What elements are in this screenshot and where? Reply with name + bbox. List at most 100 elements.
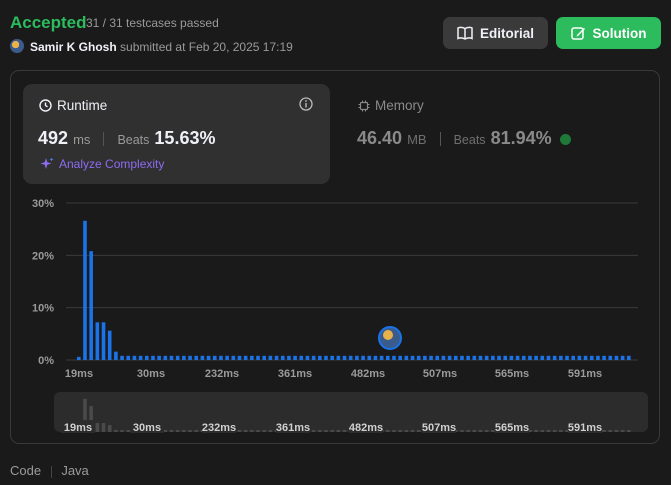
runtime-bar[interactable] bbox=[583, 355, 588, 360]
runtime-bar[interactable] bbox=[571, 355, 575, 360]
runtime-bar[interactable] bbox=[256, 355, 260, 360]
runtime-bar[interactable] bbox=[509, 355, 514, 360]
runtime-bar[interactable] bbox=[416, 355, 421, 360]
runtime-bar[interactable] bbox=[355, 355, 359, 360]
runtime-bar[interactable] bbox=[182, 355, 186, 360]
runtime-bar[interactable] bbox=[515, 355, 520, 360]
runtime-bar[interactable] bbox=[274, 355, 279, 360]
runtime-bar[interactable] bbox=[423, 355, 427, 360]
runtime-bar[interactable] bbox=[219, 355, 223, 360]
runtime-bar[interactable] bbox=[552, 355, 557, 360]
runtime-bar[interactable] bbox=[237, 355, 242, 360]
runtime-bar[interactable] bbox=[287, 355, 291, 360]
runtime-bar[interactable] bbox=[589, 355, 594, 360]
runtime-bar[interactable] bbox=[83, 220, 87, 360]
runtime-bar[interactable] bbox=[243, 355, 248, 360]
runtime-bar[interactable] bbox=[528, 355, 532, 360]
runtime-bar[interactable] bbox=[163, 355, 168, 360]
runtime-bar[interactable] bbox=[330, 355, 334, 360]
runtime-bar[interactable] bbox=[540, 355, 545, 360]
runtime-bar[interactable] bbox=[268, 355, 273, 360]
runtime-bar[interactable] bbox=[114, 351, 118, 360]
runtime-bar[interactable] bbox=[559, 355, 563, 360]
runtime-bar[interactable] bbox=[107, 330, 112, 360]
runtime-bar[interactable] bbox=[392, 355, 396, 360]
runtime-bar[interactable] bbox=[293, 355, 297, 360]
runtime-bar[interactable] bbox=[410, 355, 415, 360]
runtime-bar[interactable] bbox=[101, 322, 106, 360]
runtime-bar[interactable] bbox=[478, 355, 483, 360]
runtime-bar[interactable] bbox=[546, 355, 551, 360]
user-avatar-marker[interactable] bbox=[378, 326, 402, 350]
runtime-bar[interactable] bbox=[311, 355, 316, 360]
runtime-bar[interactable] bbox=[206, 355, 211, 360]
runtime-bar[interactable] bbox=[627, 355, 631, 360]
runtime-bar[interactable] bbox=[373, 355, 378, 360]
runtime-bar[interactable] bbox=[608, 355, 613, 360]
runtime-bar[interactable] bbox=[596, 355, 600, 360]
runtime-bar[interactable] bbox=[250, 355, 254, 360]
runtime-bar[interactable] bbox=[453, 355, 458, 360]
runtime-bar[interactable] bbox=[534, 355, 538, 360]
runtime-bar[interactable] bbox=[398, 355, 402, 360]
runtime-bar[interactable] bbox=[89, 251, 93, 360]
runtime-bar[interactable] bbox=[435, 355, 440, 360]
runtime-bar[interactable] bbox=[404, 355, 409, 360]
x-tick-label: 507ms bbox=[423, 368, 457, 380]
avatar-face bbox=[383, 330, 393, 340]
runtime-bar[interactable] bbox=[491, 355, 495, 360]
runtime-bar[interactable] bbox=[132, 355, 137, 360]
runtime-bar[interactable] bbox=[280, 355, 285, 360]
runtime-bar[interactable] bbox=[262, 355, 266, 360]
runtime-bar[interactable] bbox=[447, 355, 452, 360]
runtime-bar[interactable] bbox=[565, 355, 569, 360]
runtime-bar[interactable] bbox=[169, 355, 174, 360]
runtime-bar[interactable] bbox=[194, 355, 199, 360]
runtime-bar[interactable] bbox=[157, 355, 161, 360]
runtime-bar[interactable] bbox=[120, 355, 124, 360]
runtime-bar[interactable] bbox=[361, 355, 365, 360]
runtime-bar[interactable] bbox=[336, 355, 341, 360]
runtime-bar[interactable] bbox=[429, 355, 433, 360]
runtime-bar[interactable] bbox=[324, 355, 328, 360]
runtime-bar[interactable] bbox=[318, 355, 322, 360]
runtime-bar[interactable] bbox=[348, 355, 353, 360]
runtime-bar[interactable] bbox=[175, 355, 180, 360]
runtime-bar[interactable] bbox=[614, 355, 619, 360]
runtime-bar[interactable] bbox=[231, 355, 236, 360]
runtime-bar[interactable] bbox=[151, 355, 155, 360]
runtime-bar[interactable] bbox=[77, 356, 81, 360]
minimap-bar bbox=[182, 430, 186, 432]
runtime-bar[interactable] bbox=[367, 355, 372, 360]
runtime-bar[interactable] bbox=[460, 355, 464, 360]
runtime-bar[interactable] bbox=[484, 355, 489, 360]
runtime-bar[interactable] bbox=[503, 355, 508, 360]
runtime-bar[interactable] bbox=[188, 355, 192, 360]
runtime-bar[interactable] bbox=[466, 355, 470, 360]
runtime-bar[interactable] bbox=[577, 355, 582, 360]
runtime-bar[interactable] bbox=[305, 355, 310, 360]
runtime-distribution-chart: 30% 20% 10% 0% 19ms 30ms 232ms 361ms 482ms 507ms… bbox=[32, 198, 648, 434]
runtime-bar[interactable] bbox=[441, 355, 446, 360]
runtime-bar[interactable] bbox=[620, 355, 625, 360]
runtime-bar[interactable] bbox=[379, 355, 384, 360]
runtime-bar[interactable] bbox=[602, 355, 606, 360]
minimap-bar bbox=[256, 430, 260, 432]
runtime-bar[interactable] bbox=[497, 355, 501, 360]
runtime-bar[interactable] bbox=[342, 355, 347, 360]
runtime-bar[interactable] bbox=[144, 355, 149, 360]
minimap-bar bbox=[163, 430, 168, 432]
runtime-bar[interactable] bbox=[212, 355, 217, 360]
minimap-bar bbox=[552, 430, 557, 432]
runtime-bar[interactable] bbox=[386, 355, 390, 360]
runtime-bar[interactable] bbox=[472, 355, 477, 360]
runtime-bar[interactable] bbox=[521, 355, 526, 360]
x-tick-label: 30ms bbox=[137, 368, 165, 380]
runtime-bar[interactable] bbox=[299, 355, 304, 360]
runtime-bar[interactable] bbox=[138, 355, 143, 360]
y-tick-label: 10% bbox=[32, 303, 54, 315]
runtime-bar[interactable] bbox=[126, 355, 131, 360]
runtime-bar[interactable] bbox=[200, 355, 205, 360]
runtime-bar[interactable] bbox=[225, 355, 229, 360]
runtime-bar[interactable] bbox=[95, 322, 100, 360]
